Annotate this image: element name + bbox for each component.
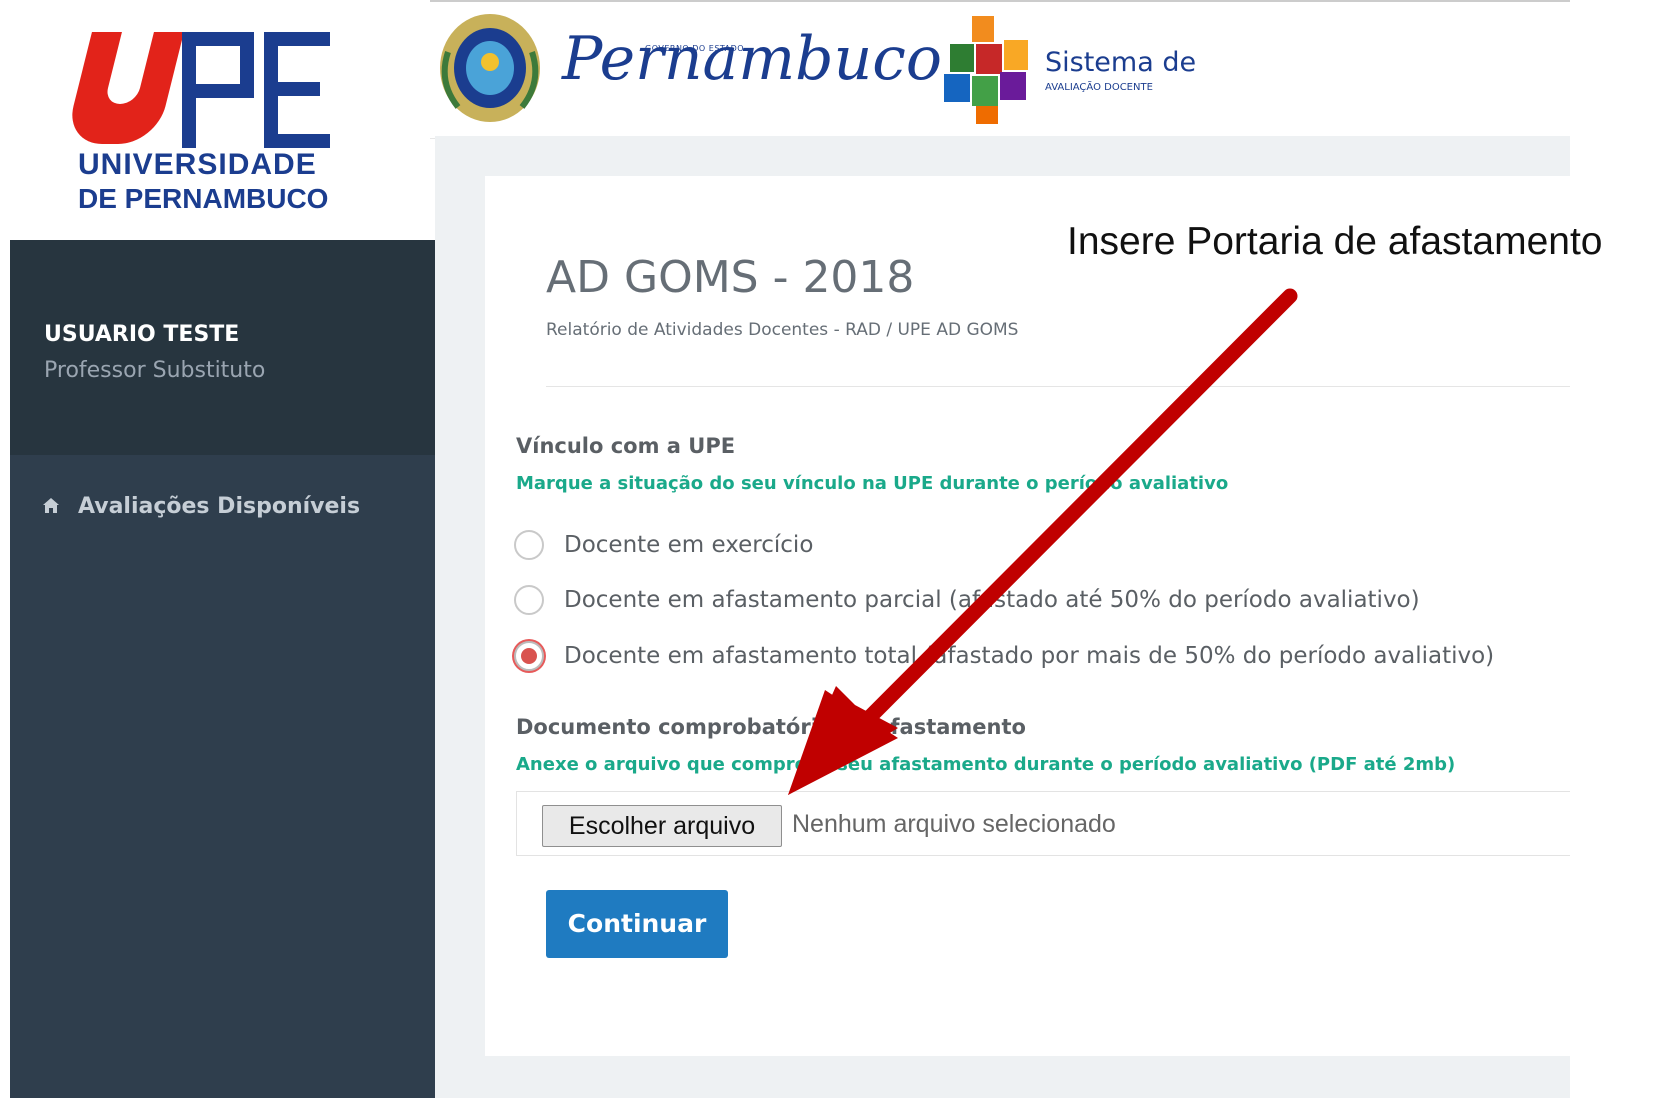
radio-option-exercicio[interactable]: Docente em exercício <box>514 528 813 562</box>
header-banner: GOVERNO DO ESTADO Pernambuco Sistema de … <box>430 0 1570 139</box>
radio-button[interactable] <box>514 585 544 615</box>
user-panel: USUARIO TESTE Professor Substituto <box>10 240 435 455</box>
annotation-text: Insere Portaria de afastamento <box>1067 220 1603 263</box>
sidebar: USUARIO TESTE Professor Substituto Avali… <box>10 240 435 1098</box>
radio-option-afastamento-total[interactable]: Docente em afastamento total (afastado p… <box>514 639 1494 673</box>
continue-button[interactable]: Continuar <box>546 890 728 958</box>
choose-file-button[interactable]: Escolher arquivo <box>542 805 782 847</box>
page-title: AD GOMS - 2018 <box>546 252 915 303</box>
radio-label: Docente em afastamento total (afastado p… <box>564 643 1495 669</box>
file-status: Nenhum arquivo selecionado <box>792 810 1116 838</box>
radio-label: Docente em exercício <box>564 532 814 558</box>
radio-button-selected[interactable] <box>514 641 544 671</box>
system-subtitle: AVALIAÇÃO DOCENTE <box>1045 82 1153 93</box>
upe-logo-mark <box>64 28 330 148</box>
sidebar-item-label: Avaliações Disponíveis <box>78 493 361 519</box>
sidebar-item-avaliacoes[interactable]: Avaliações Disponíveis <box>42 486 360 526</box>
vinculo-hint: Marque a situação do seu vínculo na UPE … <box>516 473 1229 494</box>
upe-name-line2: DE PERNAMBUCO <box>78 183 329 214</box>
cube-logo-icon <box>944 16 1028 124</box>
pernambuco-seal-icon <box>440 14 540 122</box>
radio-label: Docente em afastamento parcial (afastado… <box>564 587 1420 613</box>
user-name: USUARIO TESTE <box>44 322 240 347</box>
system-title: Sistema de <box>1045 47 1197 78</box>
vinculo-label: Vínculo com a UPE <box>516 434 736 458</box>
document-hint: Anexe o arquivo que comprova seu afastam… <box>516 754 1456 775</box>
upe-logo: UNIVERSIDADE DE PERNAMBUCO <box>0 0 435 240</box>
radio-option-afastamento-parcial[interactable]: Docente em afastamento parcial (afastado… <box>514 583 1420 617</box>
document-label: Documento comprobatório de afastamento <box>516 715 1026 739</box>
radio-button[interactable] <box>514 530 544 560</box>
home-icon <box>43 498 59 513</box>
page-subtitle: Relatório de Atividades Docentes - RAD /… <box>546 320 1019 340</box>
divider <box>546 386 1570 387</box>
user-role: Professor Substituto <box>44 358 266 383</box>
state-name-logo: Pernambuco <box>562 24 942 94</box>
upe-name-line1: UNIVERSIDADE <box>78 148 317 181</box>
